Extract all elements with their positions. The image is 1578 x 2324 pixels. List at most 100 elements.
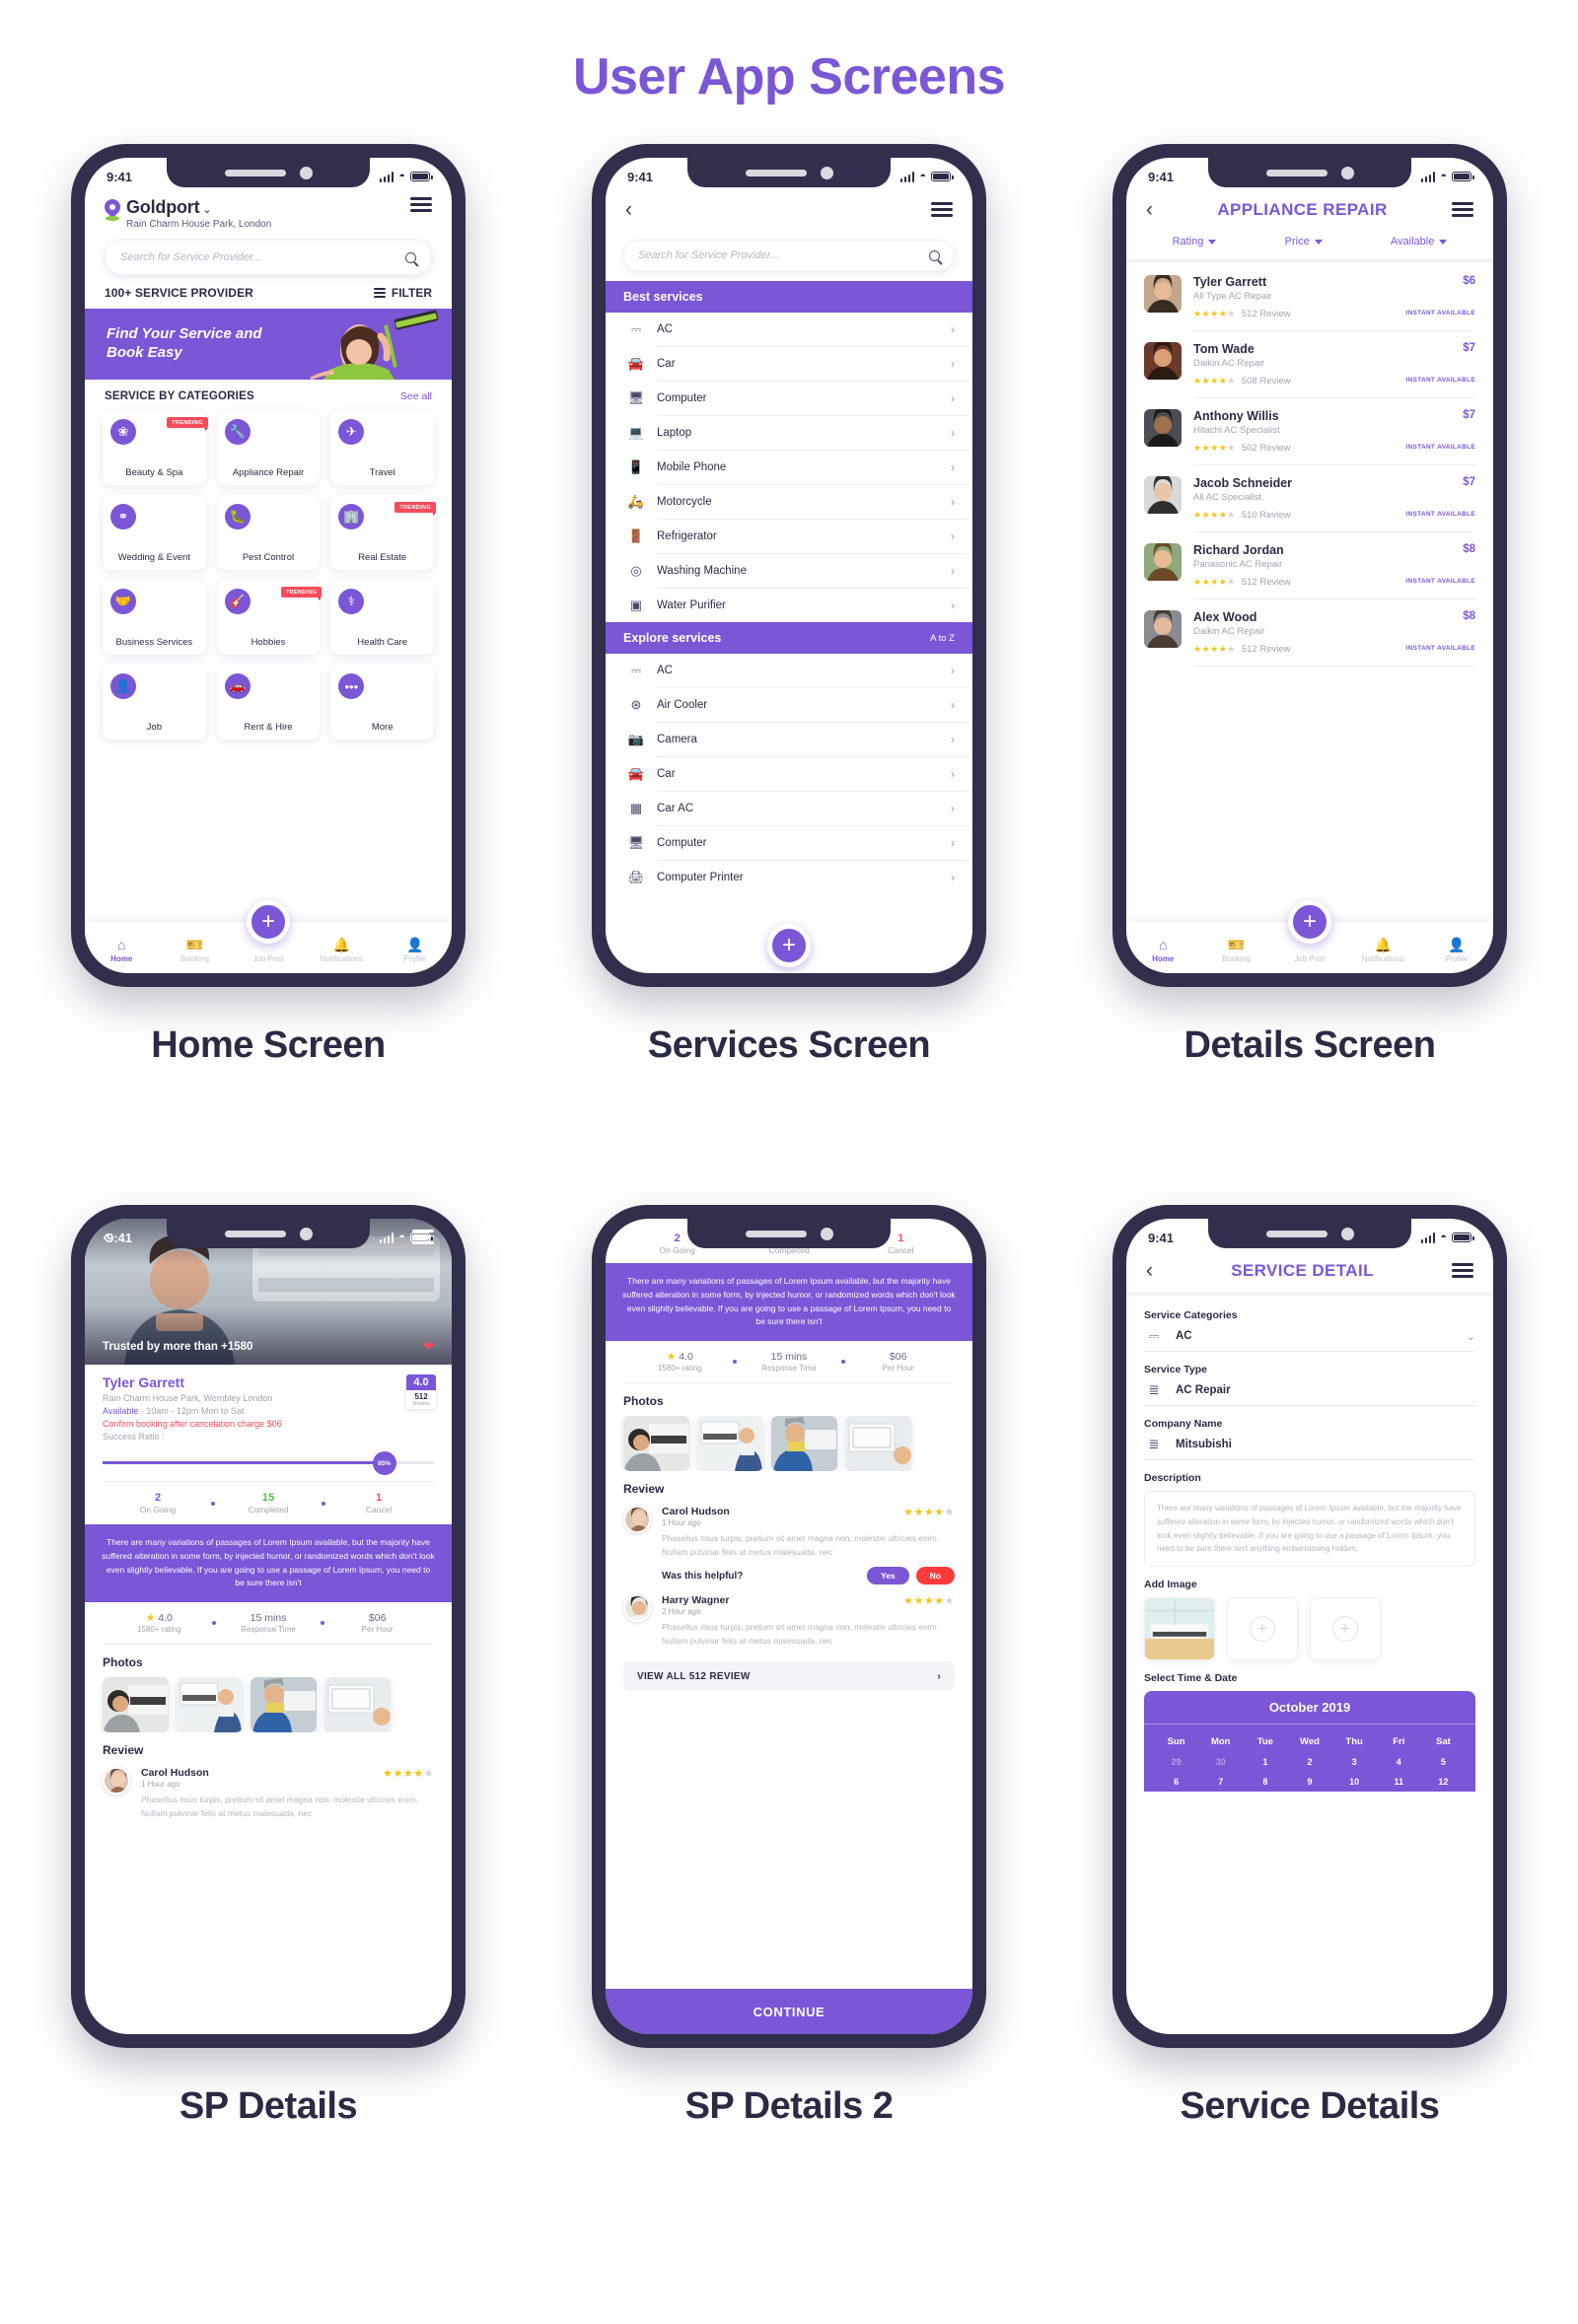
search-icon[interactable] bbox=[405, 251, 416, 263]
service-row-computer[interactable]: 🖥 Computer › bbox=[606, 826, 972, 860]
nav-item-home[interactable]: ⌂ Home bbox=[1133, 938, 1192, 963]
add-image-slot[interactable]: + bbox=[1310, 1597, 1381, 1660]
category-card-more[interactable]: ••• More bbox=[330, 665, 434, 739]
provider-row[interactable]: Anthony Willis $7 Hitachi AC Specialist ★★★… bbox=[1126, 398, 1493, 456]
service-row-ac[interactable]: ⎓ AC › bbox=[606, 654, 972, 687]
service-row-car[interactable]: 🚘 Car › bbox=[606, 757, 972, 791]
provider-row[interactable]: Jacob Schneider $7 All AC Specialist ★★★★★ 5… bbox=[1126, 465, 1493, 523]
nav-item-booking[interactable]: 🎫 Booking bbox=[1207, 938, 1266, 963]
helpful-no-button[interactable]: No bbox=[915, 1567, 955, 1585]
service-row-air-cooler[interactable]: ⊛ Air Cooler › bbox=[606, 688, 972, 722]
nav-item-notifications[interactable]: 🔔 Notifications bbox=[1353, 938, 1412, 963]
menu-button[interactable] bbox=[931, 202, 953, 217]
photo-thumbnail[interactable] bbox=[771, 1416, 837, 1472]
calendar-day[interactable]: 5 bbox=[1421, 1752, 1466, 1772]
service-row-ac[interactable]: ⎓ AC › bbox=[606, 313, 972, 346]
photo-thumbnail[interactable] bbox=[623, 1416, 689, 1472]
calendar-day[interactable]: 6 bbox=[1154, 1772, 1198, 1792]
category-card-job[interactable]: 👤 Job bbox=[103, 665, 206, 739]
calendar-day[interactable]: 9 bbox=[1287, 1772, 1331, 1792]
calendar-day[interactable]: 10 bbox=[1332, 1772, 1377, 1792]
provider-row[interactable]: Alex Wood $8 Daikin AC Repair ★★★★★ 512 Revi… bbox=[1126, 599, 1493, 657]
service-row-car-ac[interactable]: ▦ Car AC › bbox=[606, 792, 972, 825]
view-all-reviews-button[interactable]: VIEW ALL 512 REVIEW › bbox=[623, 1661, 955, 1692]
promo-banner[interactable]: Find Your Service and Book Easy bbox=[85, 309, 452, 380]
service-row-refrigerator[interactable]: 🚪 Refrigerator › bbox=[606, 520, 972, 553]
calendar[interactable]: October 2019 Sun Mon Tue Wed Thu Fri Sat 29 30 1 2… bbox=[1144, 1691, 1475, 1792]
back-button[interactable]: ‹ bbox=[625, 199, 632, 220]
nav-item-booking[interactable]: 🎫 Booking bbox=[166, 938, 225, 963]
service-row-washing-machine[interactable]: ◎ Washing Machine › bbox=[606, 554, 972, 588]
sort-rating[interactable]: Rating bbox=[1173, 236, 1217, 247]
calendar-day[interactable]: 4 bbox=[1377, 1752, 1421, 1772]
service-row-motorcycle[interactable]: 🛵 Motorcycle › bbox=[606, 485, 972, 519]
nav-item-notifications[interactable]: 🔔 Notifications bbox=[312, 938, 371, 963]
category-card-travel[interactable]: ✈ Travel bbox=[330, 410, 434, 485]
calendar-day[interactable]: 7 bbox=[1198, 1772, 1243, 1792]
calendar-day[interactable]: 1 bbox=[1243, 1752, 1287, 1772]
service-row-laptop[interactable]: 💻 Laptop › bbox=[606, 416, 972, 450]
filter-button[interactable]: FILTER bbox=[373, 286, 432, 300]
nav-item-profile[interactable]: 👤 Profile bbox=[1427, 938, 1486, 963]
calendar-day[interactable]: 30 bbox=[1198, 1752, 1243, 1772]
add-image-slot[interactable]: + bbox=[1227, 1597, 1298, 1660]
category-card-rent-hire[interactable]: 🚗 Rent & Hire bbox=[216, 665, 321, 739]
back-button[interactable]: ‹ bbox=[1146, 1260, 1153, 1281]
category-card-pest-control[interactable]: 🐛 Pest Control bbox=[216, 495, 321, 570]
service-row-car[interactable]: 🚘 Car › bbox=[606, 347, 972, 381]
calendar-day[interactable]: 12 bbox=[1421, 1772, 1466, 1792]
search-icon[interactable] bbox=[929, 249, 940, 261]
calendar-day[interactable]: 3 bbox=[1332, 1752, 1377, 1772]
explore-sort-label[interactable]: A to Z bbox=[930, 633, 955, 644]
category-card-health-care[interactable]: ⚕ Health Care bbox=[330, 580, 434, 655]
search-input[interactable]: Search for Service Provider... bbox=[105, 240, 432, 275]
calendar-day[interactable]: 29 bbox=[1154, 1752, 1198, 1772]
services-search-input[interactable]: Search for Service Provider... bbox=[623, 240, 955, 271]
helpful-yes-button[interactable]: Yes bbox=[867, 1567, 909, 1585]
category-card-appliance-repair[interactable]: 🔧 Appliance Repair bbox=[216, 410, 321, 485]
sort-available[interactable]: Available bbox=[1391, 236, 1448, 247]
category-card-hobbies[interactable]: 🎸 TRENDING Hobbies bbox=[216, 580, 323, 655]
back-button[interactable]: ‹ bbox=[1146, 199, 1153, 220]
photo-thumbnail[interactable] bbox=[103, 1677, 169, 1733]
calendar-day[interactable]: 8 bbox=[1243, 1772, 1287, 1792]
favorite-heart-icon[interactable]: ❤ bbox=[423, 1339, 434, 1355]
menu-button[interactable] bbox=[410, 197, 432, 212]
location-selector[interactable]: Goldport ⌄ Rain Charm House Park, London bbox=[101, 195, 271, 230]
description-textarea[interactable]: There are many variations of passages of… bbox=[1144, 1491, 1475, 1567]
provider-row[interactable]: Richard Jordan $8 Panasonic AC Repair ★★★★★… bbox=[1126, 532, 1493, 590]
calendar-day[interactable]: 11 bbox=[1377, 1772, 1421, 1792]
job-post-fab[interactable]: + bbox=[1288, 900, 1331, 944]
category-card-real-estate[interactable]: 🏢 TRENDING Real Estate bbox=[330, 495, 436, 570]
service-row-mobile-phone[interactable]: 📱 Mobile Phone › bbox=[606, 451, 972, 484]
job-post-fab[interactable]: + bbox=[767, 924, 811, 967]
service-row-computer-printer[interactable]: 🖨 Computer Printer › bbox=[606, 861, 972, 894]
category-card-business-services[interactable]: 🤝 Business Services bbox=[103, 580, 206, 655]
continue-button[interactable]: CONTINUE bbox=[606, 1989, 972, 2034]
field-company-name[interactable]: ≣ Mitsubishi bbox=[1144, 1437, 1475, 1460]
category-card-beauty-spa[interactable]: ❀ TRENDING Beauty & Spa bbox=[103, 410, 208, 485]
calendar-day[interactable]: 2 bbox=[1287, 1752, 1331, 1772]
service-row-water-purifier[interactable]: ▣ Water Purifier › bbox=[606, 589, 972, 622]
menu-button[interactable] bbox=[1451, 202, 1473, 217]
provider-row[interactable]: Tom Wade $7 Daikin AC Repair ★★★★★ 508 Revie… bbox=[1126, 331, 1493, 388]
nav-item-home[interactable]: ⌂ Home bbox=[92, 938, 151, 963]
photo-thumbnail[interactable] bbox=[177, 1677, 243, 1733]
field-service-categories[interactable]: ⎓ AC ⌄ bbox=[1144, 1328, 1475, 1352]
service-row-camera[interactable]: 📷 Camera › bbox=[606, 723, 972, 756]
photo-thumbnail[interactable] bbox=[251, 1677, 317, 1733]
photo-thumbnail[interactable] bbox=[324, 1677, 391, 1733]
uploaded-image-thumb[interactable] bbox=[1144, 1597, 1215, 1660]
chevron-down-icon[interactable]: ⌄ bbox=[1467, 1330, 1475, 1343]
photo-thumbnail[interactable] bbox=[697, 1416, 763, 1472]
sort-price[interactable]: Price bbox=[1285, 236, 1323, 247]
field-service-type[interactable]: ≣ AC Repair bbox=[1144, 1382, 1475, 1406]
provider-row[interactable]: Tyler Garrett $6 All Type AC Repair ★★★★★ 51… bbox=[1126, 264, 1493, 321]
photo-thumbnail[interactable] bbox=[845, 1416, 911, 1472]
menu-button[interactable] bbox=[1452, 1263, 1473, 1278]
nav-item-profile[interactable]: 👤 Profile bbox=[386, 938, 445, 963]
category-card-wedding-event[interactable]: ⚭ Wedding & Event bbox=[103, 495, 206, 570]
see-all-link[interactable]: See all bbox=[400, 390, 432, 402]
job-post-fab[interactable]: + bbox=[247, 900, 290, 944]
service-row-computer[interactable]: 🖥 Computer › bbox=[606, 382, 972, 415]
